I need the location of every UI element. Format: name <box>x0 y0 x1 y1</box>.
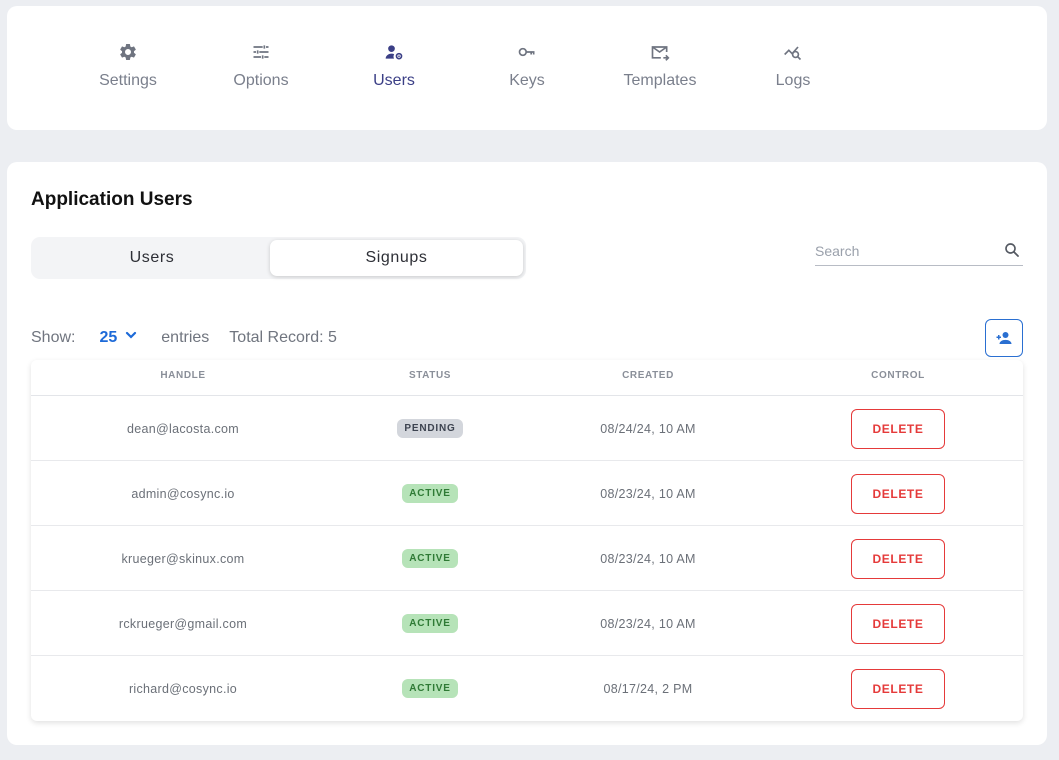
nav-label: Users <box>373 72 415 89</box>
total-records: Total Record: 5 <box>229 329 337 346</box>
delete-button[interactable]: DELETE <box>851 668 945 709</box>
entries-control: Show: 25 entries Total Record: 5 <box>31 328 337 348</box>
nav-item-options[interactable]: Options <box>201 42 321 90</box>
control-cell: DELETE <box>831 591 965 656</box>
show-label: Show: <box>31 329 76 346</box>
nav-label: Logs <box>775 72 811 89</box>
search-icon[interactable] <box>1003 241 1021 259</box>
user-handle: dean@lacosta.com <box>127 421 239 436</box>
status-cell: ACTIVE <box>355 461 505 526</box>
user-handle: admin@cosync.io <box>131 486 235 501</box>
status-cell: ACTIVE <box>355 526 505 591</box>
user-handle: rckrueger@gmail.com <box>118 616 248 631</box>
table-row: dean@lacosta.com PENDING 08/24/24, 10 AM… <box>31 396 1023 461</box>
search-box <box>815 240 1023 266</box>
created-date: 08/23/24, 10 AM <box>600 551 696 566</box>
nav-label: Options <box>233 72 289 89</box>
users-signups-toggle: Users Signups <box>31 237 526 279</box>
delete-button[interactable]: DELETE <box>851 408 945 449</box>
nav-label: Keys <box>509 72 545 89</box>
delete-button[interactable]: DELETE <box>851 538 945 579</box>
created-date: 08/23/24, 10 AM <box>600 486 696 501</box>
mail-forward-icon <box>600 42 720 68</box>
created-date: 08/24/24, 10 AM <box>600 421 696 436</box>
status-badge: ACTIVE <box>402 549 458 568</box>
add-user-icon <box>996 332 1012 344</box>
page-size-select[interactable]: 25 <box>99 329 137 347</box>
add-user-button[interactable] <box>985 319 1023 357</box>
tab-signups[interactable]: Signups <box>270 240 523 276</box>
status-cell: ACTIVE <box>355 656 505 721</box>
tab-users[interactable]: Users <box>31 240 273 276</box>
nav-item-settings[interactable]: Settings <box>68 42 188 90</box>
nav-item-templates[interactable]: Templates <box>600 42 720 90</box>
page-size-value: 25 <box>99 329 118 346</box>
page-title: Application Users <box>31 189 193 210</box>
user-handle: krueger@skinux.com <box>121 551 245 566</box>
control-cell: DELETE <box>831 656 965 721</box>
table-row: admin@cosync.io ACTIVE 08/23/24, 10 AM D… <box>31 461 1023 526</box>
control-cell: DELETE <box>831 396 965 461</box>
search-input[interactable] <box>815 240 985 262</box>
user-gear-icon <box>334 42 454 68</box>
column-header-created[interactable]: CREATED <box>573 370 723 381</box>
table-header: HANDLE STATUS CREATED CONTROL <box>31 360 1023 396</box>
control-cell: DELETE <box>831 526 965 591</box>
column-header-control: CONTROL <box>871 370 925 381</box>
status-cell: ACTIVE <box>355 591 505 656</box>
table-row: krueger@skinux.com ACTIVE 08/23/24, 10 A… <box>31 526 1023 591</box>
entries-label: entries <box>161 329 210 346</box>
column-header-handle[interactable]: HANDLE <box>83 370 283 381</box>
status-badge: ACTIVE <box>402 679 458 698</box>
key-icon <box>467 42 587 68</box>
column-header-status[interactable]: STATUS <box>355 370 505 381</box>
status-badge: PENDING <box>397 419 463 438</box>
status-cell: PENDING <box>355 396 505 461</box>
control-cell: DELETE <box>831 461 965 526</box>
created-date: 08/17/24, 2 PM <box>603 681 693 696</box>
users-panel: Application Users Users Signups Show: 25… <box>7 162 1047 745</box>
gear-icon <box>68 42 188 68</box>
delete-button[interactable]: DELETE <box>851 473 945 514</box>
nav-item-logs[interactable]: Logs <box>733 42 853 90</box>
nav-item-users[interactable]: Users <box>334 42 454 90</box>
top-nav: Settings Options Users Keys Templates Lo… <box>7 6 1047 130</box>
nav-label: Settings <box>99 72 157 89</box>
status-badge: ACTIVE <box>402 484 458 503</box>
table-row: richard@cosync.io ACTIVE 08/17/24, 2 PM … <box>31 656 1023 721</box>
sliders-icon <box>201 42 321 68</box>
chevron-down-icon <box>126 331 137 339</box>
nav-label: Templates <box>623 72 697 89</box>
chart-search-icon <box>733 42 853 68</box>
delete-button[interactable]: DELETE <box>851 603 945 644</box>
users-table: HANDLE STATUS CREATED CONTROL dean@lacos… <box>31 360 1023 721</box>
status-badge: ACTIVE <box>402 614 458 633</box>
user-handle: richard@cosync.io <box>128 681 238 696</box>
created-date: 08/23/24, 10 AM <box>600 616 696 631</box>
table-row: rckrueger@gmail.com ACTIVE 08/23/24, 10 … <box>31 591 1023 656</box>
nav-item-keys[interactable]: Keys <box>467 42 587 90</box>
